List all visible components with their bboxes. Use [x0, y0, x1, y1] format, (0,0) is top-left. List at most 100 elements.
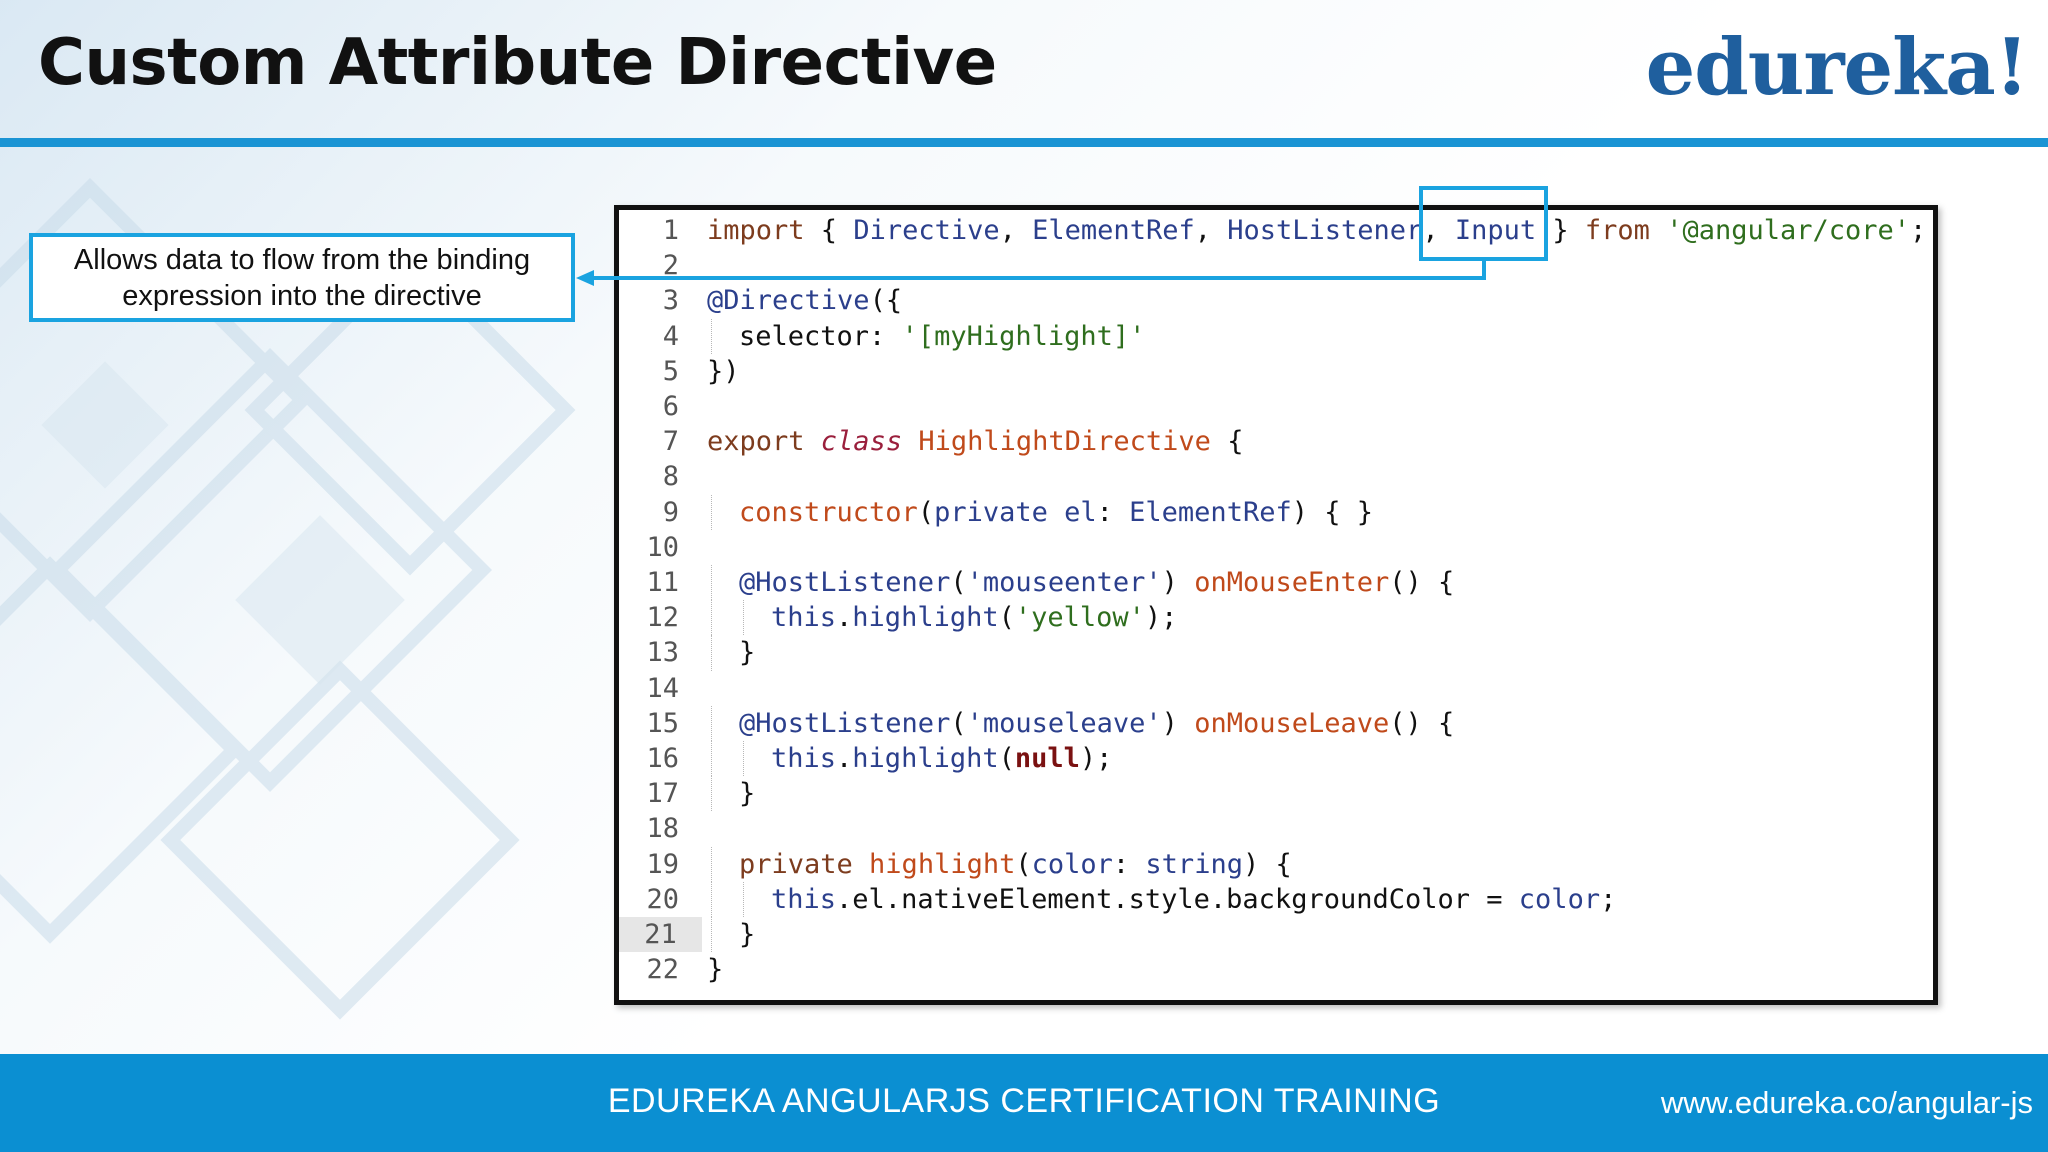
code-text: } — [739, 776, 755, 811]
code-line: 8 — [619, 459, 1933, 494]
code-line: 19 private highlight(color: string) { — [619, 846, 1933, 882]
code-token: ) { — [1242, 848, 1292, 880]
brand-logo: edureka! — [1645, 22, 2029, 113]
code-token: color — [1518, 883, 1601, 915]
code-token: ) — [1161, 567, 1195, 598]
line-number: 18 — [646, 813, 679, 845]
line-number: 20 — [646, 883, 679, 915]
code-token: , — [1194, 215, 1228, 246]
footer-url[interactable]: www.edureka.co/angular-js — [1661, 1085, 2033, 1121]
code-token: () { — [1389, 707, 1455, 739]
code-line: 13} — [619, 635, 1933, 671]
code-token: } — [1536, 215, 1585, 246]
code-token: } — [707, 954, 724, 986]
code-token: 'mouseleave' — [966, 707, 1162, 739]
indent-guide — [743, 600, 744, 636]
code-token: ( — [998, 602, 1015, 634]
indent-guide — [711, 846, 712, 882]
code-token: ElementRef — [1129, 496, 1292, 528]
code-token: Directive — [853, 215, 1000, 246]
line-number: 5 — [662, 355, 679, 387]
code-line: 20 this.el.nativeElement.style.background… — [619, 881, 1933, 917]
indent-guide — [743, 741, 744, 777]
line-number: 10 — [646, 531, 679, 563]
callout-line-2: expression into the directive — [122, 279, 482, 312]
indent-guide — [711, 635, 712, 671]
callout-box: Allows data to flow from the binding exp… — [29, 233, 575, 322]
header-divider — [0, 138, 2048, 147]
code-token: from — [1584, 215, 1650, 246]
line-number: 1 — [662, 215, 679, 246]
code-token: @HostListener — [739, 707, 951, 739]
code-token: HighlightDirective — [918, 426, 1211, 458]
line-number: 8 — [662, 461, 679, 493]
code-text: this.highlight('yellow'); — [771, 600, 1177, 635]
code-token: ElementRef — [1032, 215, 1195, 246]
code-token: this — [771, 883, 837, 915]
code-token: @HostListener — [739, 567, 951, 598]
code-token: import — [707, 215, 805, 246]
indent-guide — [711, 917, 712, 953]
code-line: 11 @HostListener('mouseenter') onMouseEnt… — [619, 565, 1933, 601]
code-line: 7 export class HighlightDirective { — [619, 424, 1933, 459]
line-number: 21 — [619, 917, 702, 952]
indent-guide — [711, 741, 712, 777]
indent-guide — [743, 881, 744, 917]
code-token: 'yellow' — [1014, 602, 1145, 634]
code-token: highlight — [852, 602, 999, 634]
code-line: 10 — [619, 530, 1933, 565]
code-line: 5}) — [619, 354, 1933, 389]
indent-guide — [711, 494, 712, 530]
code-text: import { Directive, ElementRef, HostList… — [707, 213, 1926, 248]
code-token: string — [1145, 848, 1243, 880]
code-token: = — [1470, 883, 1519, 915]
code-token: } — [739, 778, 756, 810]
indent-guide — [711, 318, 712, 354]
indent-guide — [711, 881, 712, 917]
code-token: ( — [1015, 848, 1032, 880]
code-line: 4 selector: '[myHighlight]' — [619, 318, 1933, 354]
code-line: 15 @HostListener('mouseleave') onMouseLea… — [619, 705, 1933, 741]
code-line: 22} — [619, 952, 1933, 987]
line-number: 6 — [662, 391, 679, 422]
code-token: null — [1014, 743, 1080, 774]
code-token: , — [999, 215, 1033, 246]
code-token: { — [1210, 426, 1244, 458]
code-token: constructor — [739, 496, 918, 528]
code-text: selector: '[myHighlight]' — [739, 319, 1145, 354]
code-token: onMouseEnter — [1194, 567, 1390, 598]
code-token: el.nativeElement.style.backgroundColor — [852, 883, 1471, 915]
code-token: ( — [950, 707, 967, 739]
code-text: } — [707, 952, 723, 987]
code-token: ( — [998, 743, 1015, 774]
code-line: 17} — [619, 776, 1933, 812]
code-text: private highlight(color: string) { — [739, 847, 1292, 882]
line-number: 14 — [646, 672, 679, 704]
indent-guide — [711, 776, 712, 812]
line-number: 17 — [646, 778, 679, 810]
code-line: 16 this.highlight(null); — [619, 741, 1933, 777]
code-token: } — [739, 919, 756, 950]
slide: Custom Attribute Directive edureka! Allo… — [0, 0, 2048, 1152]
callout-line-1: Allows data to flow from the binding — [73, 243, 531, 276]
code-token: : — [1112, 848, 1146, 880]
line-number: 3 — [662, 285, 679, 317]
code-token: this — [771, 743, 837, 774]
code-line: 3 @Directive({ — [619, 283, 1933, 318]
code-token: HostListener — [1227, 215, 1423, 246]
line-number: 15 — [646, 707, 679, 739]
code-token: highlight — [869, 848, 1016, 880]
code-text: export class HighlightDirective { — [707, 424, 1243, 459]
code-token: highlight — [852, 743, 999, 774]
code-token: '@angular/core' — [1666, 215, 1911, 246]
code-token: private — [739, 848, 870, 880]
line-number: 11 — [646, 567, 679, 598]
code-text: } — [739, 917, 755, 952]
indent-guide — [711, 565, 712, 601]
code-text: }) — [707, 354, 740, 389]
line-number: 2 — [662, 250, 679, 282]
code-token: }) — [707, 355, 740, 387]
code-token: . — [836, 743, 853, 774]
